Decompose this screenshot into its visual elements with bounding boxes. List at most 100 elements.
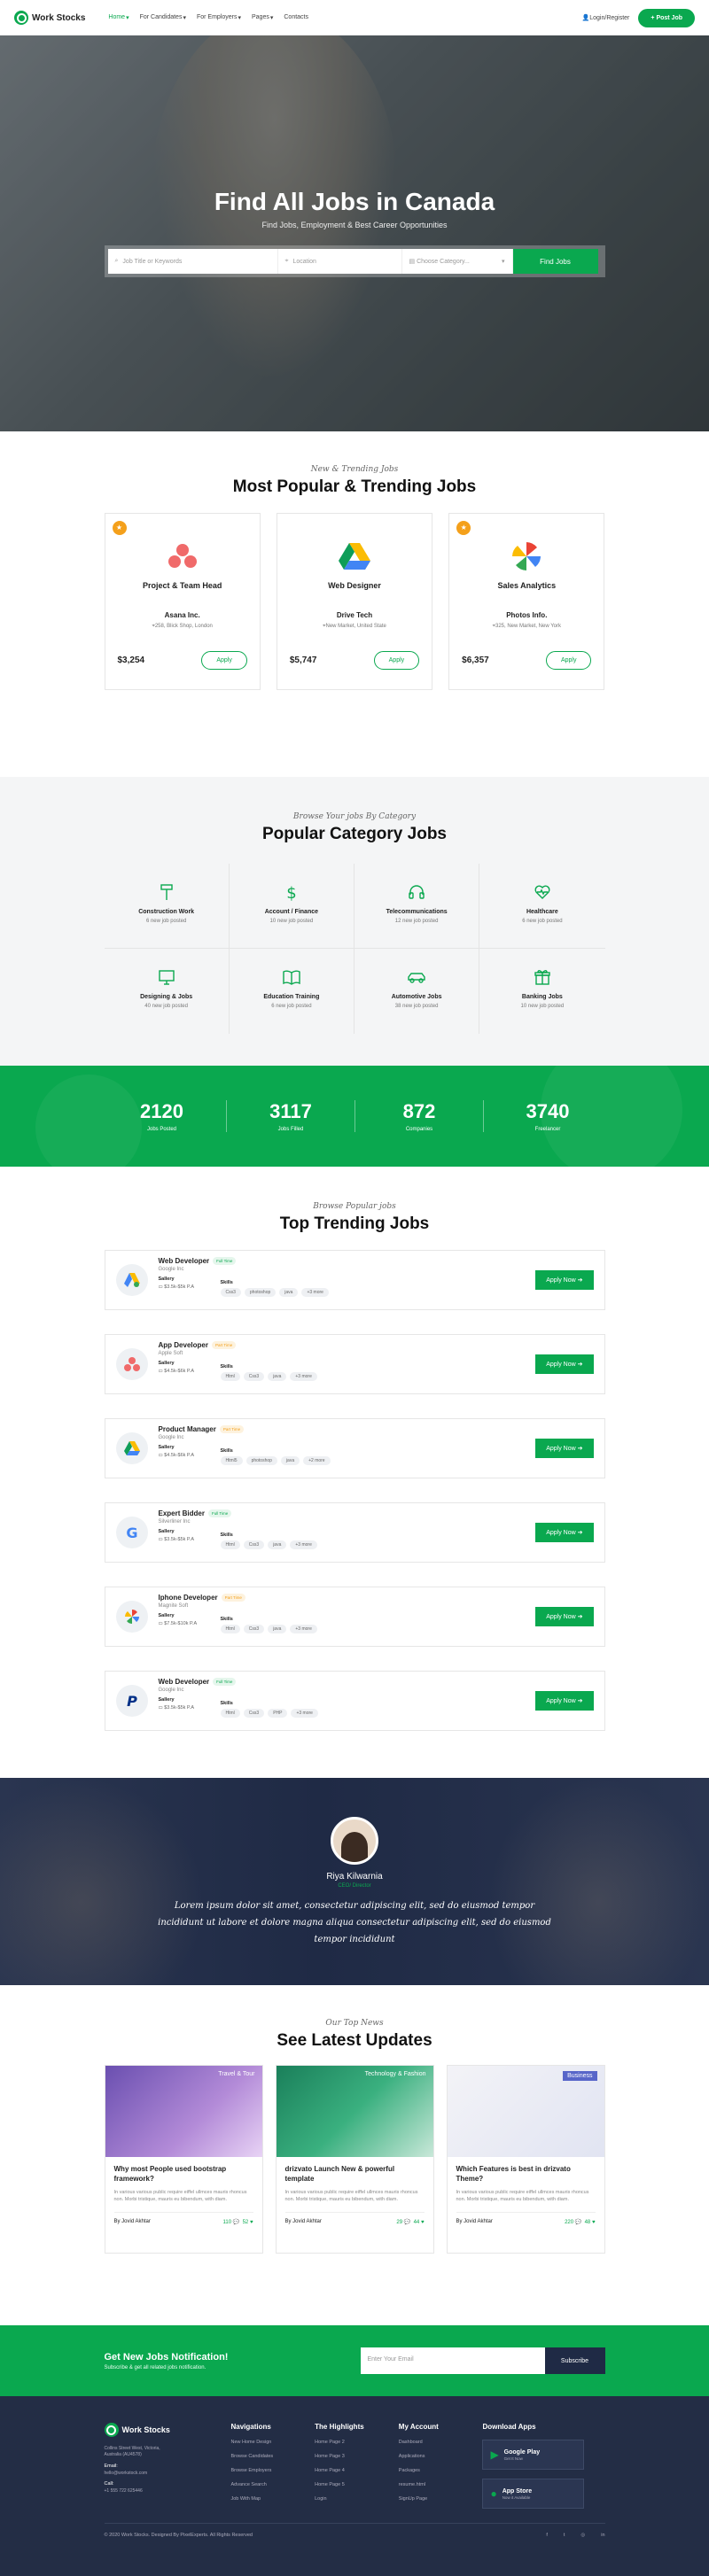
job-salary-text: $4.5k-$6k P.A xyxy=(164,1453,195,1458)
category-item[interactable]: Banking Jobs 10 new job posted xyxy=(479,949,604,1034)
skill-tag: PHP xyxy=(268,1709,288,1718)
trending-job-row[interactable]: G Expert Bidder Full Time Silverliner Inc… xyxy=(104,1502,605,1563)
category-item[interactable]: Telecommunications 12 new job posted xyxy=(354,864,480,949)
blog-image[interactable]: Technology & Fashion xyxy=(276,2066,433,2157)
popular-job-card[interactable]: Web Designer Drive Tech ⌖New Market, Uni… xyxy=(276,513,433,690)
category-item[interactable]: Designing & Jobs 40 new job posted xyxy=(105,949,230,1034)
job-title-line: Iphone Developer Part Time xyxy=(159,1594,536,1602)
category-item[interactable]: Construction Work 6 new job posted xyxy=(104,864,230,949)
trending-job-row[interactable]: P Web Developer Full Time Google Inc Sall… xyxy=(104,1671,605,1731)
apply-now-button[interactable]: Apply Now ➔ xyxy=(535,1523,594,1542)
trending-job-row[interactable]: Product Manager Part Time Google Inc Sall… xyxy=(104,1418,605,1478)
apply-button[interactable]: Apply xyxy=(201,651,247,670)
find-jobs-button[interactable]: Find Jobs xyxy=(512,249,598,274)
footer-link[interactable]: Packages xyxy=(399,2468,483,2473)
social-links: f t ◎ in xyxy=(546,2533,604,2538)
nav-item-contacts[interactable]: Contacts xyxy=(284,14,308,21)
apply-button[interactable]: Apply xyxy=(545,651,592,670)
skills-label: Skills xyxy=(220,1701,233,1706)
blog-post-title[interactable]: Why most People used bootstrap framework… xyxy=(114,2164,253,2184)
footer-link[interactable]: Applications xyxy=(399,2454,483,2459)
store-name: App Store xyxy=(502,2487,533,2495)
category-item[interactable]: Education Training 6 new job posted xyxy=(230,949,354,1034)
footer-link[interactable]: Dashboard xyxy=(399,2440,483,2445)
job-type-badge: Full Time xyxy=(213,1257,237,1265)
category-item[interactable]: Healthcare 6 new job posted xyxy=(479,864,605,949)
popular-job-card[interactable]: ★ Project & Team Head Asana Inc. ⌖258, B… xyxy=(104,513,261,690)
job-title[interactable]: Product Manager xyxy=(159,1425,216,1433)
footer-link[interactable]: New Home Design xyxy=(230,2440,315,2445)
job-title[interactable]: App Developer xyxy=(159,1341,208,1349)
footer-link[interactable]: Browse Candidates xyxy=(230,2454,315,2459)
like-count: 48 xyxy=(584,2220,591,2225)
post-job-button[interactable]: + Post Job xyxy=(638,8,695,27)
footer-link[interactable]: Job With Map xyxy=(230,2496,315,2502)
subscribe-button[interactable]: Subscribe xyxy=(544,2347,605,2374)
stat-label: Companies xyxy=(405,1127,433,1132)
footer-link[interactable]: SignUp Page xyxy=(399,2496,483,2502)
blog-post-title[interactable]: Which Features is best in drizvato Theme… xyxy=(456,2164,596,2184)
stat-number: 3117 xyxy=(269,1100,312,1122)
footer-link[interactable]: Home Page 5 xyxy=(315,2482,399,2487)
category-item[interactable]: $ Account / Finance 10 new job posted xyxy=(229,864,354,949)
blog-image[interactable]: Travel & Tour xyxy=(105,2066,262,2157)
footer-col-highlights: The Highlights Home Page 2 Home Page 3 H… xyxy=(315,2423,399,2510)
job-title-line: Web Developer Full Time xyxy=(159,1678,536,1686)
job-location: ⌖258, Blick Shop, London xyxy=(118,624,247,630)
trending-job-row[interactable]: App Developer Part Time Apple Soft Saller… xyxy=(104,1334,605,1394)
apply-now-button[interactable]: Apply Now ➔ xyxy=(535,1439,594,1458)
footer-phone[interactable]: +1 555 722 625446 xyxy=(105,2488,231,2494)
job-company: Google Inc xyxy=(158,1435,184,1440)
job-title[interactable]: Iphone Developer xyxy=(159,1594,218,1602)
brand-logo[interactable]: Work Stocks xyxy=(14,11,85,25)
facebook-icon[interactable]: f xyxy=(546,2533,548,2538)
footer-link[interactable]: Home Page 3 xyxy=(315,2454,399,2459)
linkedin-icon[interactable]: in xyxy=(601,2533,604,2538)
blog-card[interactable]: Travel & Tour Why most People used boots… xyxy=(104,2065,263,2254)
category-select[interactable]: ▤ Choose Category... ▾ xyxy=(401,249,513,274)
trending-job-row[interactable]: Web Developer Full Time Google Inc Saller… xyxy=(104,1250,605,1310)
job-info: Product Manager Part Time Google Inc Sall… xyxy=(159,1425,536,1471)
nav-item-candidates[interactable]: For Candidates xyxy=(140,14,183,21)
footer-link[interactable]: Login xyxy=(315,2496,399,2502)
login-link[interactable]: 👤Login/Register xyxy=(582,14,630,21)
google-play-button[interactable]: ▶ Google Play Get It Now xyxy=(482,2440,585,2470)
footer-email[interactable]: hello@workstock.com xyxy=(105,2471,231,2476)
footer-logo[interactable]: Work Stocks xyxy=(104,2423,231,2437)
login-label: Login/Register xyxy=(589,15,630,21)
hero-banner: Find All Jobs in Canada Find Jobs, Emplo… xyxy=(0,35,709,431)
nav-item-home[interactable]: Home xyxy=(108,14,125,21)
trending-job-row[interactable]: Iphone Developer Part Time Magnite Soft S… xyxy=(104,1587,605,1647)
category-item[interactable]: Automotive Jobs 38 new job posted xyxy=(354,949,480,1034)
twitter-icon[interactable]: t xyxy=(564,2533,565,2538)
footer-address: Collins Street West, Victoria, Australia… xyxy=(104,2446,160,2457)
job-title[interactable]: Web Developer xyxy=(159,1257,210,1265)
nav-item-pages[interactable]: Pages xyxy=(252,14,269,21)
keyword-field[interactable]: ⌕ Job Title or Keywords xyxy=(107,249,278,274)
job-salary-text: $3.5k-$5k P.A xyxy=(164,1537,195,1542)
apply-now-button[interactable]: Apply Now ➔ xyxy=(535,1270,594,1290)
footer-link[interactable]: resume.html xyxy=(399,2482,483,2487)
apply-now-button[interactable]: Apply Now ➔ xyxy=(535,1354,594,1374)
job-title[interactable]: Web Developer xyxy=(159,1678,210,1686)
footer-link[interactable]: Browse Employers xyxy=(230,2468,315,2473)
job-title[interactable]: Expert Bidder xyxy=(159,1509,205,1517)
apply-now-button[interactable]: Apply Now ➔ xyxy=(535,1691,594,1711)
apply-now-button[interactable]: Apply Now ➔ xyxy=(535,1607,594,1626)
avatar xyxy=(331,1817,378,1865)
popular-job-card[interactable]: ★ Sales Analytics Photos Info. ⌖325, New… xyxy=(448,513,605,690)
footer-link[interactable]: Home Page 4 xyxy=(315,2468,399,2473)
blog-card[interactable]: Business Which Features is best in drizv… xyxy=(446,2065,605,2254)
app-store-button[interactable]: ● App Store Now it Available xyxy=(482,2479,585,2509)
email-field[interactable]: Enter Your Email xyxy=(360,2347,545,2374)
footer-link[interactable]: Advance Search xyxy=(230,2482,315,2487)
location-field[interactable]: ⌖ Location xyxy=(277,249,402,274)
salary-label: Sallery xyxy=(158,1361,175,1366)
apply-button[interactable]: Apply xyxy=(373,651,420,670)
blog-image[interactable]: Business xyxy=(447,2066,604,2157)
blog-card[interactable]: Technology & Fashion drizvato Launch New… xyxy=(275,2065,434,2254)
instagram-icon[interactable]: ◎ xyxy=(580,2533,585,2538)
blog-post-title[interactable]: drizvato Launch New & powerful template xyxy=(285,2164,425,2184)
nav-item-employers[interactable]: For Employers xyxy=(197,14,238,21)
footer-link[interactable]: Home Page 2 xyxy=(315,2440,399,2445)
